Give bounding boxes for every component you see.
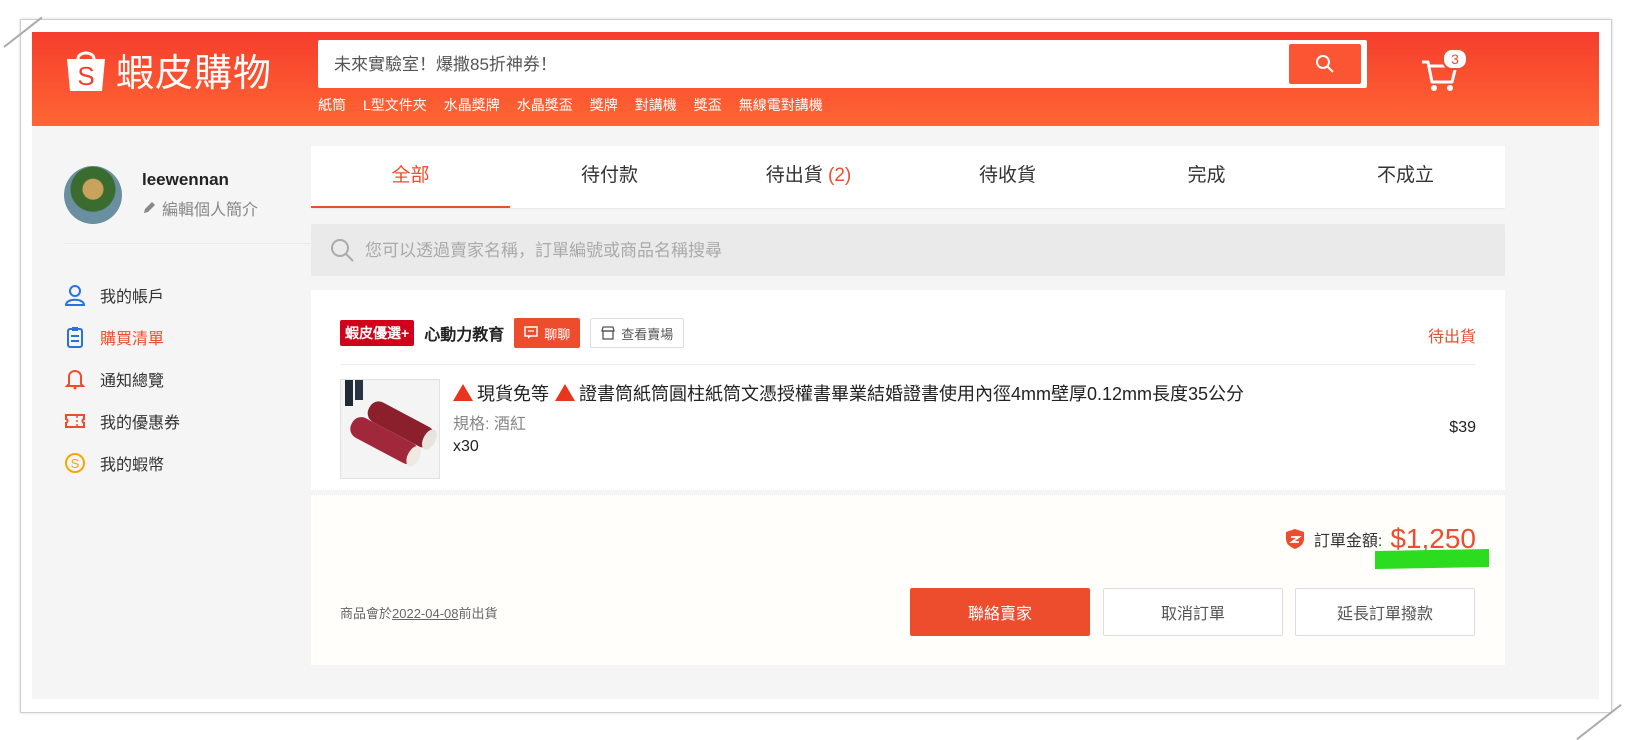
order-status-label: 待出貨 xyxy=(1427,329,1476,346)
sidebar-item-label: 我的蝦幣 xyxy=(100,457,165,474)
divider xyxy=(340,364,1476,365)
sidebar-item-coins[interactable]: S 我的蝦幣 xyxy=(64,442,180,484)
sidebar-item-my-account[interactable]: 我的帳戶 xyxy=(64,274,180,316)
preferred-plus-badge: 蝦皮優選+ xyxy=(340,320,415,346)
tab-to-receive[interactable]: 待收貨 xyxy=(908,146,1107,208)
shopping-bag-icon: S xyxy=(67,51,105,91)
total-label: 訂單金額: xyxy=(1313,533,1383,550)
view-shop-label: 查看賣場 xyxy=(621,326,674,342)
sidebar-item-purchases[interactable]: 購買清單 xyxy=(64,316,180,358)
shop-name[interactable]: 心動力教育 xyxy=(424,321,504,345)
extend-payment-button[interactable]: 延長訂單撥款 xyxy=(1295,588,1475,636)
shopee-app: S 蝦皮購物 紙筒 L型文件夾 水晶獎牌 水晶獎盃 獎牌 對講機 獎盃 無線電對… xyxy=(32,32,1599,699)
shipping-note: 商品會於2022-04-08前出貨 xyxy=(340,606,498,621)
user-profile: leewennan 編輯個人簡介 xyxy=(64,166,258,224)
hot-keyword-link[interactable]: 水晶獎牌 xyxy=(444,95,500,115)
chat-button[interactable]: 聊聊 xyxy=(514,318,581,348)
sidebar-item-label: 購買清單 xyxy=(100,331,165,348)
shop-icon xyxy=(601,326,616,340)
warning-triangle-icon xyxy=(453,384,473,401)
shop-header: 蝦皮優選+ 心動力教育 聊聊 查看賣場 xyxy=(340,318,685,348)
sidebar-item-label: 我的優惠券 xyxy=(100,415,181,432)
contact-seller-button[interactable]: 聯絡賣家 xyxy=(910,588,1090,636)
edit-profile-link[interactable]: 編輯個人簡介 xyxy=(142,196,258,220)
brand-logo[interactable]: S 蝦皮購物 xyxy=(64,42,272,97)
hot-keyword-link[interactable]: 紙筒 xyxy=(318,95,346,115)
brand-name: 蝦皮購物 xyxy=(116,53,273,95)
product-thumbnail[interactable] xyxy=(340,379,440,479)
hot-keyword-link[interactable]: 水晶獎盃 xyxy=(517,95,573,115)
top-header: S 蝦皮購物 紙筒 L型文件夾 水晶獎牌 水晶獎盃 獎牌 對講機 獎盃 無線電對… xyxy=(32,32,1599,126)
svg-text:S: S xyxy=(77,61,94,91)
cancel-order-button[interactable]: 取消訂單 xyxy=(1103,588,1283,636)
product-quantity: x30 xyxy=(453,438,479,455)
bell-icon xyxy=(64,368,86,390)
pencil-icon xyxy=(144,202,155,213)
search-icon xyxy=(331,239,354,262)
warning-triangle-icon xyxy=(555,384,575,401)
sidebar-item-vouchers[interactable]: 我的優惠券 xyxy=(64,400,180,442)
highlighter-annotation xyxy=(1375,549,1489,569)
tab-completed[interactable]: 完成 xyxy=(1107,146,1306,208)
view-shop-button[interactable]: 查看賣場 xyxy=(590,318,685,348)
product-title[interactable]: 現貨免等 證書筒紙筒圓柱紙筒文憑授權書畢業結婚證書使用內徑4mm壁厚0.12mm長… xyxy=(453,380,1244,406)
order-card: 蝦皮優選+ 心動力教育 聊聊 查看賣場 待出貨 現貨免等 證書筒紙筒圓柱紙筒文憑… xyxy=(311,290,1505,490)
ticket-icon xyxy=(64,410,86,432)
hot-keyword-link[interactable]: 無線電對講機 xyxy=(739,95,823,115)
tab-to-pay[interactable]: 待付款 xyxy=(510,146,709,208)
order-footer: 訂單金額: $1,250 商品會於2022-04-08前出貨 聯絡賣家 取消訂單… xyxy=(311,494,1505,665)
main-search xyxy=(318,40,1367,90)
edit-profile-label: 編輯個人簡介 xyxy=(162,202,259,219)
username: leewennan xyxy=(142,170,229,189)
tab-all[interactable]: 全部 xyxy=(311,146,510,208)
avatar[interactable] xyxy=(64,166,122,224)
cart-count-badge: 3 xyxy=(1442,48,1468,70)
coin-icon: S xyxy=(64,452,86,474)
divider xyxy=(64,243,312,244)
tab-count-badge: (2) xyxy=(828,165,852,186)
product-image xyxy=(341,380,439,478)
chat-label: 聊聊 xyxy=(544,326,571,342)
product-variant: 規格: 酒紅 xyxy=(453,416,526,433)
chat-icon xyxy=(524,326,538,339)
sidebar-item-label: 我的帳戶 xyxy=(100,289,165,306)
hot-keyword-link[interactable]: 對講機 xyxy=(635,95,677,115)
sidebar-menu: 我的帳戶 購買清單 通知總覽 我的優惠券 S 我的蝦幣 xyxy=(64,274,180,484)
sidebar-item-label: 通知總覽 xyxy=(100,373,165,390)
tab-to-ship[interactable]: 待出貨 (2) xyxy=(709,146,908,208)
search-icon xyxy=(1316,55,1334,73)
order-status-tabs: 全部 待付款 待出貨 (2) 待收貨 完成 不成立 xyxy=(311,146,1505,208)
order-search-input[interactable] xyxy=(363,224,1467,278)
clipboard-icon xyxy=(64,326,86,348)
search-input[interactable] xyxy=(318,40,1266,90)
tab-cancelled[interactable]: 不成立 xyxy=(1306,146,1505,208)
hot-keywords: 紙筒 L型文件夾 水晶獎牌 水晶獎盃 獎牌 對講機 獎盃 無線電對講機 xyxy=(318,95,823,115)
hot-keyword-link[interactable]: L型文件夾 xyxy=(363,95,427,115)
hot-keyword-link[interactable]: 獎盃 xyxy=(694,95,722,115)
search-button[interactable] xyxy=(1289,44,1361,84)
account-sidebar: leewennan 編輯個人簡介 我的帳戶 購買清單 通知總覽 我的優惠券 S … xyxy=(32,126,312,699)
svg-text:S: S xyxy=(71,456,80,471)
ship-date: 2022-04-08 xyxy=(392,606,459,621)
order-search-bar xyxy=(311,224,1505,278)
sidebar-item-notifications[interactable]: 通知總覽 xyxy=(64,358,180,400)
hot-keyword-link[interactable]: 獎牌 xyxy=(590,95,618,115)
product-price: $39 xyxy=(1449,419,1476,436)
shield-icon xyxy=(1285,529,1304,549)
user-icon xyxy=(64,284,86,306)
